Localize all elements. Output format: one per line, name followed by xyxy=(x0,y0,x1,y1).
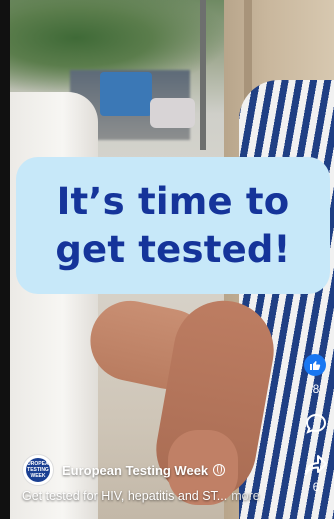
see-more-link[interactable]: more xyxy=(231,489,259,503)
avatar-logo: EUROPEAN TESTING WEEK xyxy=(24,458,52,482)
page-name[interactable]: European Testing Week xyxy=(62,463,208,478)
globe-icon xyxy=(213,464,226,476)
reel-viewer: It’s time to get tested! 8 6 EUROPEAN TE… xyxy=(0,0,334,519)
headline-line-1: It’s time to xyxy=(56,179,290,223)
page-info[interactable]: EUROPEAN TESTING WEEK European Testing W… xyxy=(22,454,226,486)
like-count: 8 xyxy=(312,382,320,396)
caption-text: Get tested for HIV, hepatitis and ST... xyxy=(22,489,228,503)
thumbs-up-icon[interactable] xyxy=(304,354,326,376)
headline-card: It’s time to get tested! xyxy=(16,157,330,294)
headline-text: It’s time to get tested! xyxy=(55,178,290,274)
headline-line-2: get tested! xyxy=(55,227,291,271)
share-arrow-icon[interactable] xyxy=(304,454,328,476)
page-avatar[interactable]: EUROPEAN TESTING WEEK xyxy=(22,454,54,486)
background-car xyxy=(150,98,195,128)
post-caption[interactable]: Get tested for HIV, hepatitis and ST... m… xyxy=(22,489,312,503)
comment-icon[interactable] xyxy=(304,412,328,436)
background-bus xyxy=(100,72,152,116)
background-pole xyxy=(200,0,206,150)
